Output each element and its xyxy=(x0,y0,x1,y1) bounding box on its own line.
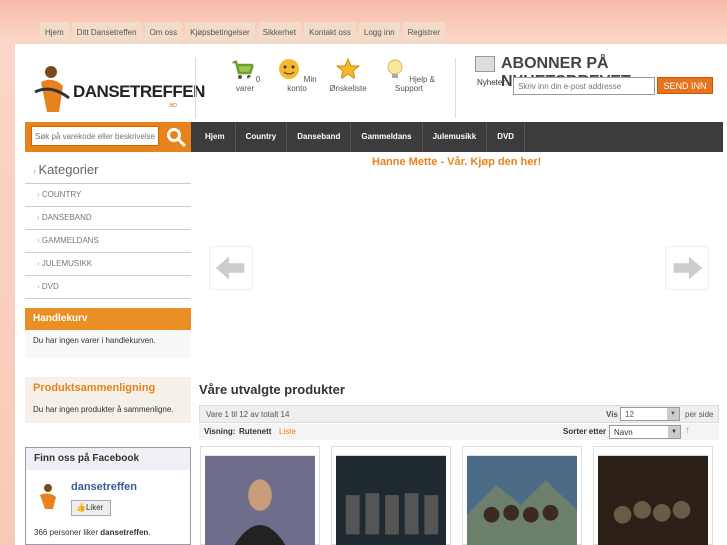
header-account[interactable]: Min konto xyxy=(275,58,319,93)
topnav-registrer[interactable]: Registrer xyxy=(402,22,446,44)
slider-next-button[interactable] xyxy=(665,246,709,290)
categories-title: › Kategorier xyxy=(25,156,191,184)
logo-suffix: .NO xyxy=(168,103,177,109)
slider-prev-button[interactable] xyxy=(209,246,253,290)
header-divider xyxy=(195,58,196,118)
arrow-left-icon xyxy=(215,256,245,280)
product-card[interactable] xyxy=(331,446,451,545)
promo-banner-link[interactable]: Hanne Mette - Vår. Kjøp den her! xyxy=(372,156,541,168)
main-navigation: Hjem Country Danseband Gammeldans Julemu… xyxy=(25,122,723,152)
facebook-box: Finn oss på Facebook dansetreffen 👍Liker… xyxy=(25,447,191,545)
newspaper-icon xyxy=(475,56,495,72)
topnav-ditt-dansetreffen[interactable]: Ditt Dansetreffen xyxy=(71,22,142,44)
arrow-right-icon xyxy=(673,256,703,280)
header-help[interactable]: Hjelp & Support xyxy=(377,58,441,93)
per-page-suffix: per side xyxy=(685,410,714,419)
like-count-end: . xyxy=(148,528,151,537)
topnav-om-oss[interactable]: Om oss xyxy=(144,22,183,44)
view-bar: Visning: Rutenett Liste Sorter etter Nav… xyxy=(199,424,719,440)
sort-value: Navn xyxy=(614,428,633,437)
chevron-down-icon: ▼ xyxy=(667,408,679,420)
nav-julemusikk[interactable]: Julemusikk xyxy=(423,122,488,152)
header-wishlist[interactable]: Ønskeliste xyxy=(325,57,371,93)
view-label: Visning: xyxy=(204,427,236,436)
sort-label: Sorter etter xyxy=(563,427,607,436)
newsletter-email-input[interactable] xyxy=(513,77,655,95)
product-card[interactable] xyxy=(593,446,713,545)
category-danseband[interactable]: DANSEBAND xyxy=(25,207,191,230)
topnav-hjem[interactable]: Hjem xyxy=(40,22,69,44)
category-country[interactable]: COUNTRY xyxy=(25,184,191,207)
like-count-name: dansetreffen xyxy=(100,528,149,537)
pager-range: Vare 1 til 12 av totalt 14 xyxy=(206,410,290,419)
category-gammeldans[interactable]: GAMMELDANS xyxy=(25,230,191,253)
featured-title: Våre utvalgte produkter xyxy=(199,382,345,397)
facebook-like-button[interactable]: 👍Liker xyxy=(71,500,111,516)
newsletter-label: Nyheter: xyxy=(477,78,508,87)
search-bar xyxy=(25,122,191,152)
nav-dvd[interactable]: DVD xyxy=(487,122,526,152)
product-image[interactable] xyxy=(205,455,315,545)
like-count-text: 366 personer liker xyxy=(34,528,99,537)
view-list-link[interactable]: Liste xyxy=(279,427,296,436)
facebook-title: Finn oss på Facebook xyxy=(26,448,190,470)
chevron-down-icon: ▼ xyxy=(668,426,680,438)
search-input[interactable] xyxy=(31,126,159,146)
per-page-value: 12 xyxy=(625,410,634,419)
compare-box: Produktsammenligning Du har ingen produk… xyxy=(25,377,191,423)
nav-country[interactable]: Country xyxy=(236,122,288,152)
topnav-logg-inn[interactable]: Logg inn xyxy=(358,22,400,44)
sort-select[interactable]: Navn ▼ xyxy=(609,425,681,439)
facebook-page-name[interactable]: dansetreffen xyxy=(71,481,137,493)
topnav-kjopsbetingelser[interactable]: Kjøpsbetingelser xyxy=(185,22,255,44)
thumbs-up-icon: 👍 xyxy=(76,503,86,512)
facebook-avatar[interactable] xyxy=(34,481,64,511)
nav-gammeldans[interactable]: Gammeldans xyxy=(351,122,423,152)
category-julemusikk[interactable]: JULEMUSIKK xyxy=(25,253,191,276)
lightbulb-icon xyxy=(387,59,403,78)
product-card[interactable] xyxy=(462,446,582,545)
product-card[interactable] xyxy=(200,446,320,545)
category-sidebar: › Kategorier COUNTRY DANSEBAND GAMMELDAN… xyxy=(25,156,191,299)
newsletter-submit-button[interactable]: SEND INN xyxy=(657,77,713,94)
logo-text: DANSETREFFEN xyxy=(73,82,205,101)
wishlist-label: Ønskeliste xyxy=(329,84,367,93)
pager-bar: Vare 1 til 12 av totalt 14 Vis 12 ▼ per s… xyxy=(199,405,719,423)
cart-box: Handlekurv Du har ingen varer i handleku… xyxy=(25,308,191,358)
product-image[interactable] xyxy=(336,455,446,545)
nav-danseband[interactable]: Danseband xyxy=(287,122,352,152)
topnav-sikkerhet[interactable]: Sikkerhet xyxy=(257,22,302,44)
per-page-select[interactable]: 12 ▼ xyxy=(620,407,680,421)
compare-title: Produktsammenligning xyxy=(33,382,156,394)
nav-hjem[interactable]: Hjem xyxy=(195,122,236,152)
smiley-icon xyxy=(279,59,300,79)
like-label: Liker xyxy=(85,503,104,512)
nav-items: Hjem Country Danseband Gammeldans Julemu… xyxy=(195,122,526,152)
facebook-like-count: 366 personer liker dansetreffen. xyxy=(34,528,151,537)
category-dvd[interactable]: DVD xyxy=(25,276,191,299)
site-logo[interactable]: DANSETREFFEN .NO xyxy=(33,62,205,117)
sort-direction-icon[interactable]: ↑ xyxy=(685,425,690,436)
star-icon xyxy=(335,57,361,81)
cart-empty-text: Du har ingen varer i handlekurven. xyxy=(33,336,156,345)
header-divider-2 xyxy=(455,58,456,118)
product-image[interactable] xyxy=(467,455,577,545)
categories-title-text: Kategorier xyxy=(38,162,99,177)
dancer-logo-icon xyxy=(34,66,70,112)
cart-icon xyxy=(231,60,255,79)
product-image[interactable] xyxy=(598,455,708,545)
view-grid-option[interactable]: Rutenett xyxy=(239,427,271,436)
page-container: DANSETREFFEN .NO 0 varer Min konto Ønske… xyxy=(15,44,727,545)
cart-title: Handlekurv xyxy=(25,308,191,330)
search-icon[interactable] xyxy=(165,126,187,148)
header-cart[interactable]: 0 varer xyxy=(225,58,265,93)
top-navigation: Hjem Ditt Dansetreffen Om oss Kjøpsbetin… xyxy=(40,22,446,44)
per-page-label: Vis xyxy=(606,410,618,419)
compare-empty-text: Du har ingen produkter å sammenligne. xyxy=(33,405,174,414)
topnav-kontakt-oss[interactable]: Kontakt oss xyxy=(304,22,356,44)
